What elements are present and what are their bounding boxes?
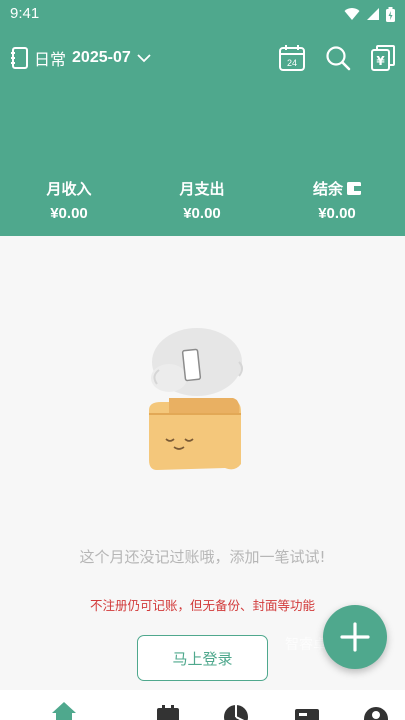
calendar-button[interactable]: 24 — [278, 44, 306, 72]
empty-message: 这个月还没记过账哦，添加一笔试试! — [79, 548, 326, 566]
user-icon — [364, 707, 388, 720]
tab-calendar[interactable] — [154, 700, 182, 720]
notebook-icon — [11, 47, 28, 69]
bills-button[interactable]: ¥ — [369, 44, 397, 72]
balance-label: 结余 — [312, 180, 343, 198]
income-summary[interactable]: 月收入 ¥0.00 — [9, 178, 129, 222]
balance-value: ¥0.00 — [318, 205, 356, 222]
calendar-day: 24 — [287, 58, 297, 68]
tab-bar — [0, 690, 405, 720]
search-icon — [326, 46, 351, 71]
wallet-icon — [347, 182, 361, 195]
bills-icon: ¥ — [371, 45, 395, 71]
search-button[interactable] — [324, 44, 352, 72]
calendar-icon: 24 — [279, 45, 305, 71]
wifi-icon — [344, 8, 360, 20]
signal-icon — [367, 8, 379, 20]
book-name: 日常 — [34, 50, 67, 69]
tab-home[interactable] — [50, 700, 78, 720]
status-time: 9:41 — [10, 5, 40, 22]
period-label: 2025-07 — [72, 49, 131, 66]
card-icon — [295, 709, 319, 720]
header: 9:41 日常 2025-07 24 ¥ 月收入 ¥0.00 月支出 ¥0.00… — [0, 0, 405, 236]
status-icons — [344, 6, 395, 22]
balance-summary[interactable]: 结余 ¥0.00 — [277, 178, 397, 222]
book-selector[interactable]: 日常 2025-07 — [10, 44, 151, 72]
tab-statistics[interactable] — [222, 700, 250, 720]
login-button[interactable]: 马上登录 — [137, 635, 268, 681]
add-record-button[interactable] — [323, 605, 387, 669]
battery-icon — [386, 6, 395, 22]
plus-icon — [340, 622, 370, 652]
tab-profile[interactable] — [362, 700, 390, 720]
income-label: 月收入 — [46, 180, 92, 198]
toolbar: 日常 2025-07 24 ¥ — [0, 38, 405, 78]
pie-chart-icon — [224, 705, 248, 720]
currency-symbol: ¥ — [376, 54, 385, 68]
month-summary: 月收入 ¥0.00 月支出 ¥0.00 结余 ¥0.00 — [0, 178, 405, 228]
chevron-down-icon — [137, 54, 151, 63]
calendar-icon — [157, 705, 179, 720]
tab-assets[interactable] — [293, 700, 321, 720]
balance-label-row: 结余 — [277, 178, 397, 199]
income-value: ¥0.00 — [50, 205, 88, 222]
status-bar: 9:41 — [0, 0, 405, 28]
empty-illustration — [135, 322, 265, 477]
expense-label: 月支出 — [179, 180, 225, 198]
expense-summary[interactable]: 月支出 ¥0.00 — [142, 178, 262, 222]
expense-value: ¥0.00 — [183, 205, 221, 222]
home-icon — [52, 702, 76, 720]
